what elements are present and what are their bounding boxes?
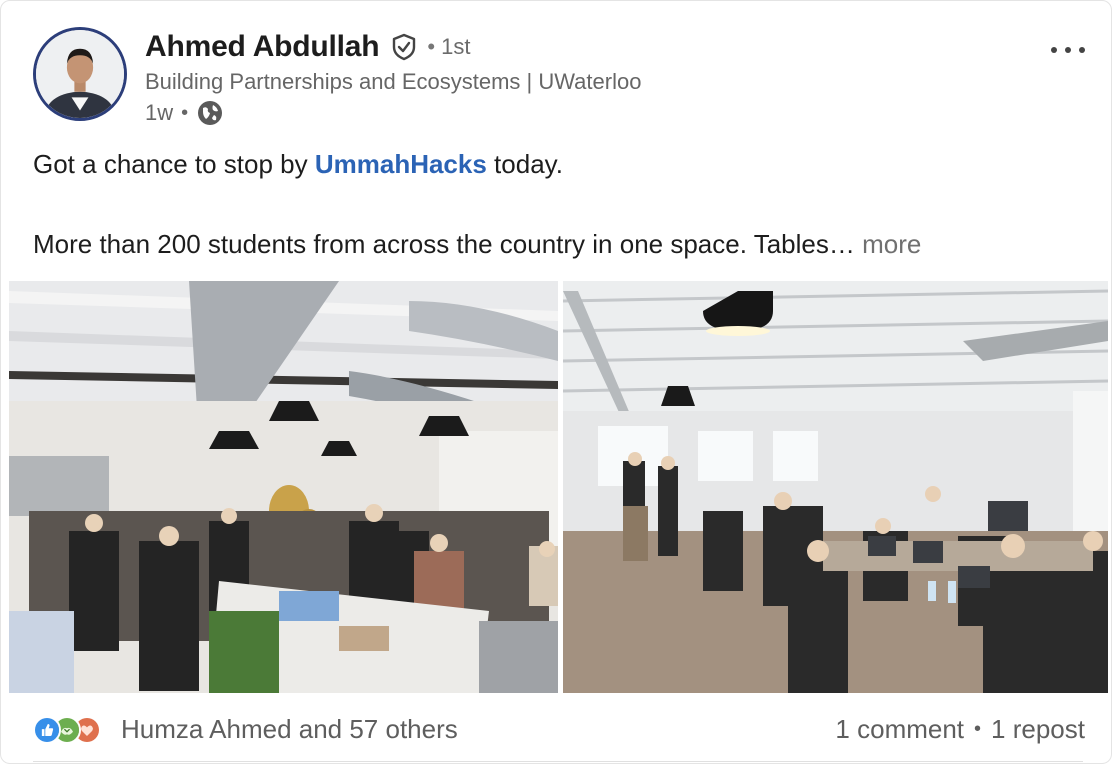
like-reaction-icon — [33, 716, 61, 744]
connection-degree: 1st — [441, 34, 471, 59]
reactors-summary[interactable]: Humza Ahmed and 57 others — [121, 714, 458, 745]
post-text: Got a chance to stop by — [33, 149, 315, 179]
author-name[interactable]: Ahmed Abdullah — [145, 30, 380, 64]
post-card: Ahmed Abdullah • 1st Building Partnershi… — [0, 0, 1112, 764]
post-text-line2: More than 200 students from across the c… — [33, 229, 921, 260]
event-photo-icon — [563, 281, 1108, 693]
reposts-count-link[interactable]: 1 repost — [991, 714, 1085, 745]
avatar-photo-icon — [36, 30, 124, 118]
separator-dot: • — [181, 101, 189, 124]
post-photo-left[interactable] — [9, 281, 558, 693]
post-time: 1w — [145, 100, 174, 125]
social-counts-bar: Humza Ahmed and 57 others 1 comment • 1 … — [33, 709, 1085, 749]
globe-icon — [196, 99, 224, 127]
separator-dot: • — [974, 717, 982, 740]
ellipsis-icon — [1079, 47, 1085, 53]
author-headline: Building Partnerships and Ecosystems | U… — [145, 69, 642, 94]
see-more-link[interactable]: more — [862, 229, 921, 259]
more-options-button[interactable] — [1051, 35, 1085, 65]
author-avatar[interactable] — [33, 27, 127, 121]
post-text: More than 200 students from across the c… — [33, 229, 855, 259]
divider — [33, 761, 1083, 762]
post-text-line1: Got a chance to stop by UmmahHacks today… — [33, 149, 563, 180]
reaction-icons[interactable] — [33, 714, 113, 744]
ellipsis-icon — [1065, 47, 1071, 53]
engagement-counts: 1 comment • 1 repost — [835, 714, 1085, 745]
post-photo-right[interactable] — [563, 281, 1108, 693]
event-photo-icon — [9, 281, 558, 693]
comments-count-link[interactable]: 1 comment — [835, 714, 964, 745]
verified-shield-icon — [389, 32, 419, 62]
separator-dot: • — [427, 34, 436, 59]
post-text: today. — [486, 149, 563, 179]
ellipsis-icon — [1051, 47, 1057, 53]
mention-link[interactable]: UmmahHacks — [315, 149, 487, 179]
